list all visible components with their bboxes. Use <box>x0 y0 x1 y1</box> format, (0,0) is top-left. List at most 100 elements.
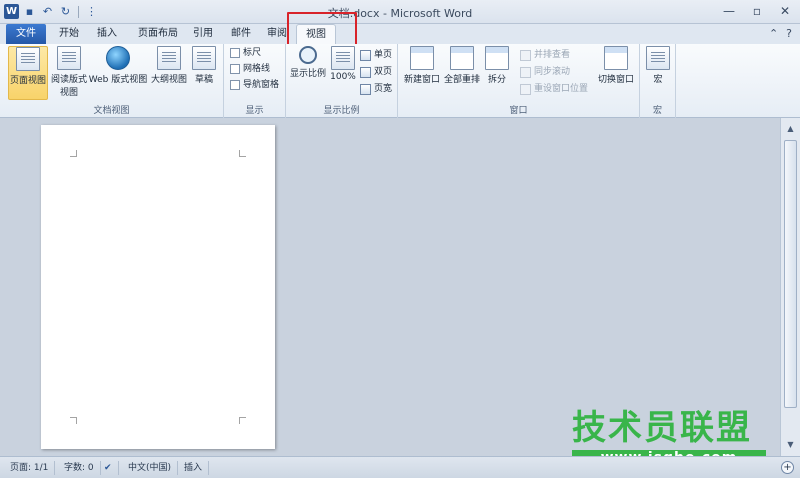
ribbon-tabs: 文件 开始 插入 页面布局 引用 邮件 审阅 视图 ⌃ ? <box>0 24 800 44</box>
page-width-button[interactable]: 页宽 <box>360 82 392 96</box>
margin-corner-bottom-right <box>239 417 246 424</box>
macros-button[interactable]: 宏 <box>644 46 672 100</box>
side-by-side-label: 并排查看 <box>534 50 571 60</box>
tab-references[interactable]: 引用 <box>188 24 218 44</box>
new-window-button[interactable]: 新建窗口 <box>402 46 442 100</box>
switch-windows-icon <box>604 46 628 70</box>
switch-windows-button[interactable]: 切换窗口 <box>596 46 636 100</box>
tab-home[interactable]: 开始 <box>52 24 86 44</box>
page-width-icon <box>360 83 371 95</box>
split-button[interactable]: 拆分 <box>482 46 512 100</box>
group-label-show: 显示 <box>245 106 264 116</box>
one-page-icon <box>360 49 371 61</box>
watermark-chinese-text: 技术员联盟 <box>572 408 752 448</box>
scroll-thumb[interactable] <box>784 140 797 408</box>
full-reading-label: 阅读版式视图 <box>50 75 87 98</box>
new-window-icon <box>410 46 434 70</box>
scroll-down-button[interactable]: ▼ <box>784 438 797 451</box>
proofing-icon[interactable]: ✔ <box>98 461 119 475</box>
tab-file[interactable]: 文件 <box>6 24 46 44</box>
page-width-label: 页宽 <box>374 84 393 94</box>
side-by-side-icon <box>520 49 531 61</box>
outline-button[interactable]: 大纲视图 <box>150 46 188 100</box>
web-layout-icon <box>106 46 130 70</box>
ruler-checkbox[interactable]: 标尺 <box>230 46 261 60</box>
two-pages-icon <box>360 66 371 78</box>
side-by-side-button[interactable]: 并排查看 <box>520 48 570 62</box>
reset-position-label: 重设窗口位置 <box>534 84 589 94</box>
tab-mailings[interactable]: 邮件 <box>224 24 258 44</box>
sync-scroll-button[interactable]: 同步滚动 <box>520 65 570 79</box>
document-workspace <box>0 118 780 456</box>
vertical-scrollbar[interactable]: ▲ ▼ <box>780 118 800 456</box>
draft-button[interactable]: 草稿 <box>190 46 218 100</box>
one-page-button[interactable]: 单页 <box>360 48 392 62</box>
tab-right-controls: ⌃ ? <box>769 27 792 40</box>
ribbon-panel: 页面视图 阅读版式视图 Web 版式视图 大纲视图 草稿 文档视图 标尺 网格线 <box>0 44 800 118</box>
navigation-pane-checkbox[interactable]: 导航窗格 <box>230 78 279 92</box>
ruler-checkbox-box[interactable] <box>230 48 240 58</box>
minimize-button[interactable]: — <box>722 4 736 18</box>
draft-icon <box>192 46 216 70</box>
maximize-button[interactable]: ▫ <box>750 4 764 18</box>
arrange-all-button[interactable]: 全部重排 <box>442 46 482 100</box>
full-reading-button[interactable]: 阅读版式视图 <box>50 46 88 100</box>
macros-icon <box>646 46 670 70</box>
web-layout-button[interactable]: Web 版式视图 <box>88 46 148 100</box>
outline-label: 大纲视图 <box>150 75 187 85</box>
tab-insert[interactable]: 插入 <box>90 24 124 44</box>
window-title: 文档.docx - Microsoft Word <box>327 7 473 20</box>
ruler-label: 标尺 <box>243 48 262 58</box>
tab-page-layout[interactable]: 页面布局 <box>130 24 186 44</box>
magnifier-icon <box>299 46 317 64</box>
full-reading-icon <box>57 46 81 70</box>
gridlines-checkbox-box[interactable] <box>230 64 240 74</box>
title-bar: W ▪ ↶ ↻ ⋮ 文档.docx - Microsoft Word — ▫ ✕ <box>0 0 800 24</box>
scroll-up-button[interactable]: ▲ <box>784 122 797 135</box>
sync-scroll-icon <box>520 66 531 78</box>
group-label-macros: 宏 <box>652 106 662 116</box>
navigation-pane-checkbox-box[interactable] <box>230 80 240 90</box>
two-pages-button[interactable]: 双页 <box>360 65 392 79</box>
macros-label: 宏 <box>653 75 663 85</box>
zoom-label: 显示比例 <box>289 69 326 79</box>
status-language[interactable]: 中文(中国) <box>122 461 179 475</box>
group-label-document-views: 文档视图 <box>93 106 130 116</box>
gridlines-checkbox[interactable]: 网格线 <box>230 62 270 76</box>
reset-position-button[interactable]: 重设窗口位置 <box>520 82 588 96</box>
window-controls: — ▫ ✕ <box>722 4 792 18</box>
zoom-in-icon[interactable]: + <box>781 461 794 474</box>
document-page[interactable] <box>41 125 275 449</box>
group-show: 标尺 网格线 导航窗格 显示 <box>224 44 286 118</box>
status-page-count[interactable]: 页面: 1/1 <box>4 461 56 475</box>
group-zoom: 显示比例 100% 单页 双页 页宽 显示比例 <box>286 44 398 118</box>
status-insert-mode[interactable]: 插入 <box>178 461 210 475</box>
zoom-100-button[interactable]: 100% <box>328 46 358 100</box>
zoom-100-icon <box>331 46 355 70</box>
margin-corner-top-left <box>70 150 77 157</box>
reset-position-icon <box>520 83 531 95</box>
split-icon <box>485 46 509 70</box>
margin-corner-top-right <box>239 150 246 157</box>
arrange-all-icon <box>450 46 474 70</box>
help-icon[interactable]: ? <box>786 27 792 40</box>
group-document-views: 页面视图 阅读版式视图 Web 版式视图 大纲视图 草稿 文档视图 <box>0 44 224 118</box>
new-window-label: 新建窗口 <box>403 75 440 85</box>
close-button[interactable]: ✕ <box>778 4 792 18</box>
print-layout-button[interactable]: 页面视图 <box>8 46 48 100</box>
collapse-ribbon-icon[interactable]: ⌃ <box>769 27 778 40</box>
group-window: 新建窗口 全部重排 拆分 并排查看 同步滚动 重设窗口位置 切换窗口 窗口 <box>398 44 640 118</box>
group-label-zoom: 显示比例 <box>323 106 360 116</box>
outline-icon <box>157 46 181 70</box>
group-label-window: 窗口 <box>509 106 528 116</box>
status-word-count[interactable]: 字数: 0 <box>58 461 101 475</box>
zoom-button[interactable]: 显示比例 <box>288 46 328 100</box>
margin-corner-bottom-left <box>70 417 77 424</box>
two-pages-label: 双页 <box>374 67 393 77</box>
one-page-label: 单页 <box>374 50 393 60</box>
navigation-pane-label: 导航窗格 <box>243 80 280 90</box>
status-bar: 页面: 1/1 字数: 0 ✔ 中文(中国) 插入 + <box>0 456 800 478</box>
draft-label: 草稿 <box>194 75 213 85</box>
arrange-all-label: 全部重排 <box>443 75 480 85</box>
zoom-100-label: 100% <box>330 72 356 82</box>
